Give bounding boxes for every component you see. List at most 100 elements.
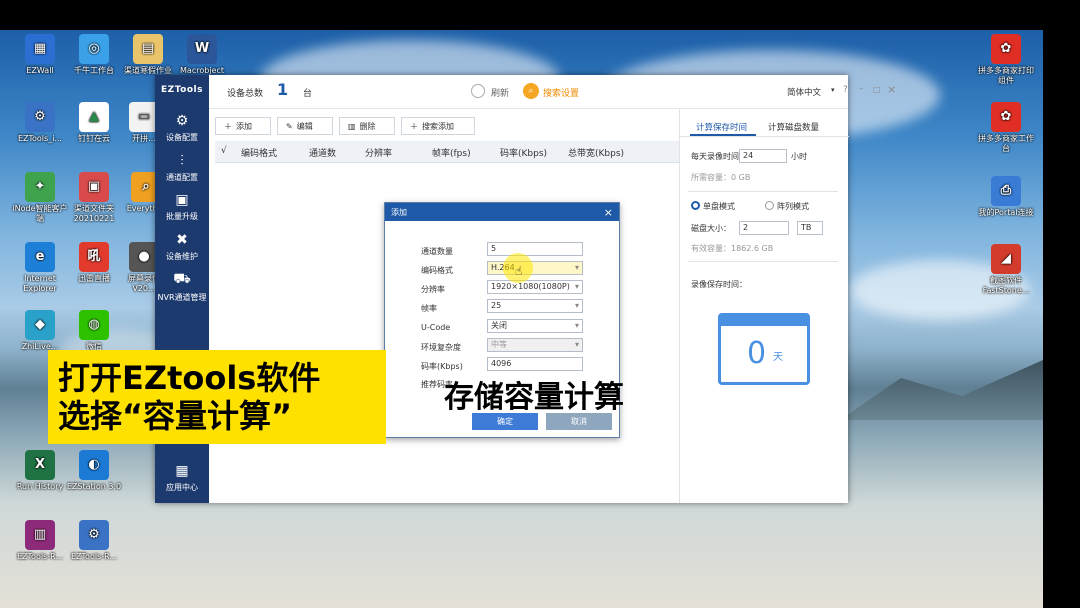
required-capacity: 所需容量：0 GB xyxy=(691,173,751,182)
desktop-icon-faststone[interactable]: ◢ 截图软件 FastStone... xyxy=(976,244,1036,296)
ucode-select[interactable]: 关闭 xyxy=(487,319,583,333)
calendar-header xyxy=(721,316,807,326)
dialog-header: 添加 × xyxy=(385,203,619,221)
ucode-label: U-Code xyxy=(421,323,451,332)
sliders-icon: ⫶ xyxy=(180,153,184,169)
ezwall-icon: ▦ xyxy=(25,34,55,64)
desktop-icon-inode[interactable]: ✦ iNode智能客户端 xyxy=(12,172,68,224)
column-resolution[interactable]: 分辨率 xyxy=(365,146,392,159)
eztools-installer-icon: ⚙ xyxy=(25,102,55,132)
channels-label: 通道数量 xyxy=(421,247,453,256)
desktop-icon-pdd-print[interactable]: ✿ 拼多多商家打印组件 xyxy=(976,34,1036,86)
complexity-label: 环境复杂度 xyxy=(421,343,461,352)
desktop-icon-pdd-workbench[interactable]: ✿ 拼多多商家工作台 xyxy=(976,102,1036,154)
disk-unit-select[interactable]: TB xyxy=(797,221,823,235)
sidebar-item-batch-upgrade[interactable]: ▣ 批量升级 xyxy=(155,192,209,222)
bitrate-label: 码率(Kbps) xyxy=(421,362,463,371)
maximize-button[interactable]: □ xyxy=(873,85,881,94)
search-settings-button[interactable]: 搜索设置 xyxy=(543,86,579,99)
caption-subtitle: 存储容量计算 xyxy=(444,380,624,415)
toolbar: ＋添加 ✎ 编辑 ▥ 删除 ＋搜索添加 xyxy=(215,117,475,135)
close-button[interactable]: × xyxy=(887,83,896,96)
caption-box: 打开EZtools软件 选择“容量计算” xyxy=(48,350,386,444)
sidebar-item-nvr-channel[interactable]: ⛟ NVR通道管理 xyxy=(155,271,209,303)
array-mode-radio[interactable] xyxy=(765,201,774,210)
tab-save-time[interactable]: 计算保存时间 xyxy=(696,121,747,133)
desktop-icon-autodesk[interactable]: ▲ 钉钉在云 xyxy=(66,102,122,144)
dialog-close-button[interactable]: × xyxy=(604,206,613,219)
portal-icon: ⎙ xyxy=(991,176,1021,206)
days-unit: 天 xyxy=(773,352,783,363)
desktop-icon-homework[interactable]: ▤ 渠道寒假作业 xyxy=(120,34,176,76)
column-total-bandwidth[interactable]: 总带宽(Kbps) xyxy=(568,146,624,159)
winrar-icon: ▥ xyxy=(25,520,55,550)
pdd-icon: ✿ xyxy=(991,34,1021,64)
device-total-value: 1 xyxy=(277,80,289,99)
desktop-icon-winrar[interactable]: ▥ EZTools-R... xyxy=(12,520,68,562)
chevron-down-icon: ▾ xyxy=(831,86,835,94)
calendar-icon: 0 天 xyxy=(718,313,810,385)
desktop-icon-ezstation[interactable]: ◐ EZStation 3.0 xyxy=(66,450,122,492)
disk-size-input[interactable]: 2 xyxy=(739,221,789,235)
sidebar-item-app-center[interactable]: ▦ 应用中心 xyxy=(155,463,209,493)
desktop-icon-pdf-folder[interactable]: ▣ 渠道文件夹 20210221 xyxy=(66,172,122,224)
sidebar-item-maintenance[interactable]: ✖ 设备维护 xyxy=(155,232,209,262)
ezstation-icon: ◐ xyxy=(79,450,109,480)
trash-icon: ▥ xyxy=(348,121,356,131)
single-mode-radio[interactable] xyxy=(691,201,700,210)
capacity-panel: 计算保存时间 计算磁盘数量 每天录像时间 24 小时 所需容量：0 GB 单盘模… xyxy=(679,109,849,503)
daily-hours-label: 每天录像时间 xyxy=(691,152,739,161)
desktop-icon-run-history[interactable]: X Run History xyxy=(12,450,68,492)
codec-select[interactable]: H.264 xyxy=(487,261,583,275)
tab-disk-count[interactable]: 计算磁盘数量 xyxy=(768,121,819,133)
resolution-select[interactable]: 1920×1080(1080P) xyxy=(487,280,583,294)
caption-line-2: 选择“容量计算” xyxy=(58,397,293,435)
island xyxy=(840,360,1043,420)
xunlei-icon: 吼 xyxy=(79,242,109,272)
complexity-select[interactable]: 中等 xyxy=(487,338,583,352)
desktop-icon-eztools-installer[interactable]: ⚙ EZTools_i... xyxy=(12,102,68,144)
pdf-folder-icon: ▣ xyxy=(79,172,109,202)
eztools-file-icon: ⚙ xyxy=(79,520,109,550)
bitrate-input[interactable]: 4096 xyxy=(487,357,583,371)
delete-button[interactable]: ▥ 删除 xyxy=(339,117,395,135)
desktop-icon-ezwall[interactable]: ▦ EZWall xyxy=(12,34,68,76)
refresh-button[interactable]: 刷新 xyxy=(491,86,509,99)
divider xyxy=(688,191,838,192)
cursor-icon: ☝ xyxy=(515,264,523,278)
wrench-icon: ✖ xyxy=(176,232,188,248)
daily-hours-input[interactable]: 24 xyxy=(739,149,787,163)
desktop-icon-wechat[interactable]: ◍ 微信 xyxy=(66,310,122,352)
search-add-button[interactable]: ＋搜索添加 xyxy=(401,117,475,135)
sidebar-item-device-config[interactable]: ⚙ 设备配置 xyxy=(155,113,209,143)
desktop-icon-qianniu[interactable]: ◎ 千牛工作台 xyxy=(66,34,122,76)
desktop-icon-ie[interactable]: e Internet Explorer xyxy=(12,242,68,294)
desktop-icon-zhilive[interactable]: ◆ ZhiLive... xyxy=(12,310,68,352)
add-button[interactable]: ＋添加 xyxy=(215,117,271,135)
desktop-icon-eztools-file[interactable]: ⚙ EZTools-R... xyxy=(66,520,122,562)
table-header: √ 编码格式 通道数 分辨率 帧率(fps) 码率(Kbps) 总带宽(Kbps… xyxy=(215,141,679,163)
column-channels[interactable]: 通道数 xyxy=(309,146,336,159)
caption-line-1: 打开EZtools软件 xyxy=(58,359,321,397)
channels-input[interactable]: 5 xyxy=(487,242,583,256)
language-select[interactable]: 简体中文 xyxy=(787,86,821,98)
select-all-checkbox[interactable]: √ xyxy=(221,146,227,156)
minimize-button[interactable]: – xyxy=(859,84,864,94)
array-mode-label: 阵列模式 xyxy=(777,202,809,211)
desktop-icon-portal[interactable]: ⎙ 我的Portal连接 xyxy=(976,176,1036,218)
column-framerate[interactable]: 帧率(fps) xyxy=(432,146,471,159)
column-bitrate[interactable]: 码率(Kbps) xyxy=(500,146,547,159)
desktop-icon-xunlei[interactable]: 吼迅雷直播 xyxy=(66,242,122,284)
help-icon[interactable]: ? xyxy=(843,85,848,95)
top-bar: 设备总数 1 台 刷新 ⌕ 搜索设置 简体中文 ▾ ? – □ × xyxy=(209,75,896,109)
wechat-icon: ◍ xyxy=(79,310,109,340)
edit-button[interactable]: ✎ 编辑 xyxy=(277,117,333,135)
column-codec[interactable]: 编码格式 xyxy=(241,146,277,159)
word-icon: W xyxy=(187,34,217,64)
framerate-select[interactable]: 25 xyxy=(487,299,583,313)
hours-unit: 小时 xyxy=(791,152,807,161)
device-unit: 台 xyxy=(303,89,313,99)
tab-divider xyxy=(680,136,849,137)
excel-icon: X xyxy=(25,450,55,480)
sidebar-item-channel-config[interactable]: ⫶ 通道配置 xyxy=(155,153,209,183)
